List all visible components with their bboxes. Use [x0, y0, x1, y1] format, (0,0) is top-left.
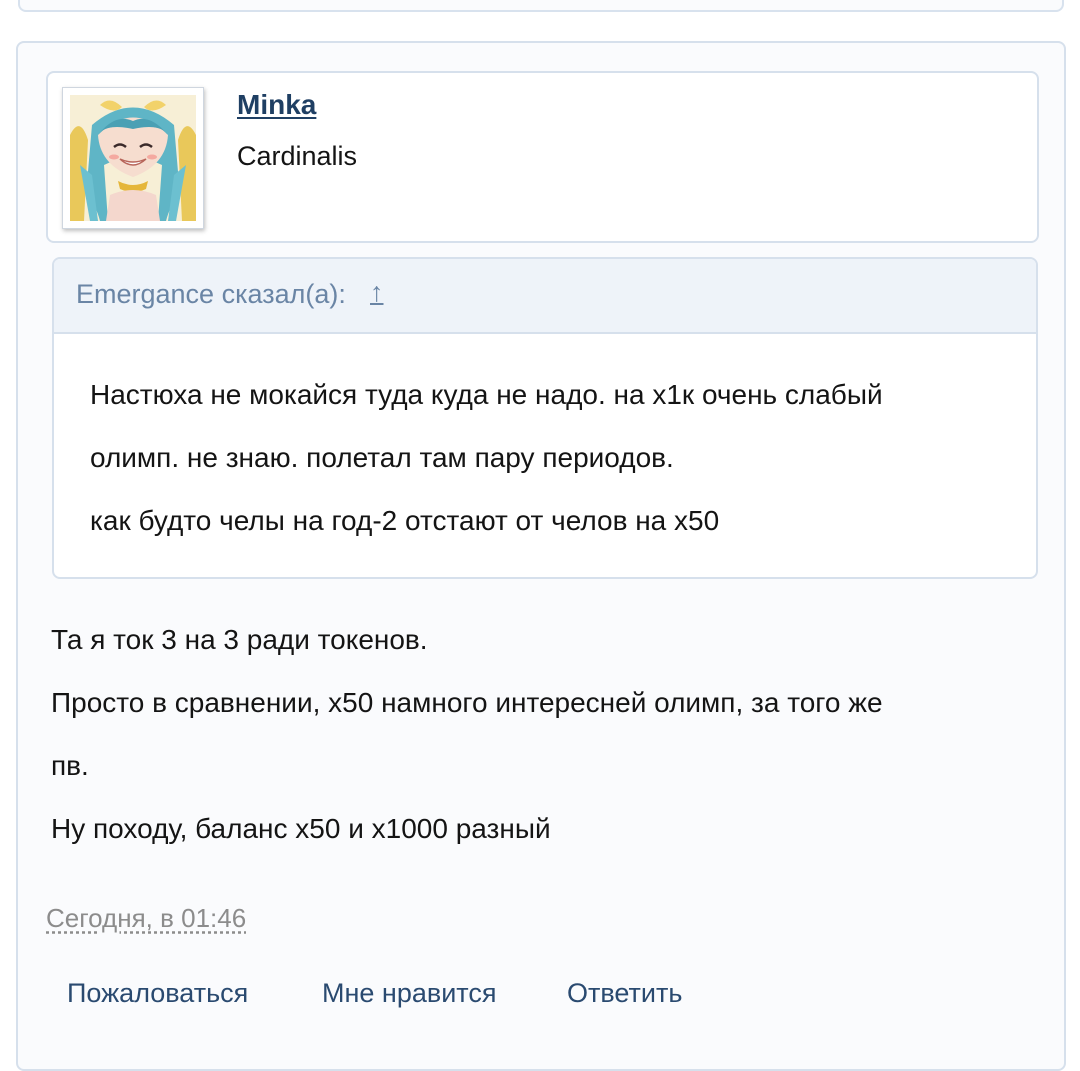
user-title: Cardinalis [237, 141, 358, 171]
quote-line: Настюха не мокайся туда куда не надо. на… [90, 379, 883, 410]
forum-post: Minka Cardinalis Emergance сказал(а): ↑ … [16, 41, 1066, 1071]
like-button[interactable]: Мне нравится [322, 978, 496, 1009]
quote-author: Emergance сказал(а): [76, 279, 346, 309]
anime-avatar-icon [70, 95, 196, 221]
quote-block: Emergance сказал(а): ↑ Настюха не мокайс… [52, 257, 1038, 579]
user-card: Minka Cardinalis [46, 71, 1039, 243]
message-line: Просто в сравнении, х50 намного интересн… [51, 687, 883, 718]
username-link[interactable]: Minka [237, 89, 316, 121]
message-line: Ну походу, баланс х50 и х1000 разный [51, 813, 551, 844]
message-body: Та я ток 3 на 3 ради токенов. Просто в с… [51, 608, 1031, 860]
avatar[interactable] [70, 95, 196, 221]
reply-button[interactable]: Ответить [567, 978, 682, 1009]
avatar-frame[interactable] [62, 87, 204, 229]
quote-line: как будто челы на год-2 отстают от челов… [90, 505, 720, 536]
quote-line: олимп. не знаю. полетал там пару периодо… [90, 442, 674, 473]
report-button[interactable]: Пожаловаться [67, 978, 248, 1009]
message-line: пв. [51, 750, 89, 781]
quote-text: Настюха не мокайся туда куда не надо. на… [90, 363, 1020, 552]
message-line: Та я ток 3 на 3 ради токенов. [51, 624, 428, 655]
arrow-up-icon[interactable]: ↑ [370, 277, 384, 308]
quote-header: Emergance сказал(а): ↑ [54, 259, 1036, 334]
post-timestamp[interactable]: Сегодня, в 01:46 [46, 903, 246, 934]
previous-post-bottom [18, 0, 1064, 12]
